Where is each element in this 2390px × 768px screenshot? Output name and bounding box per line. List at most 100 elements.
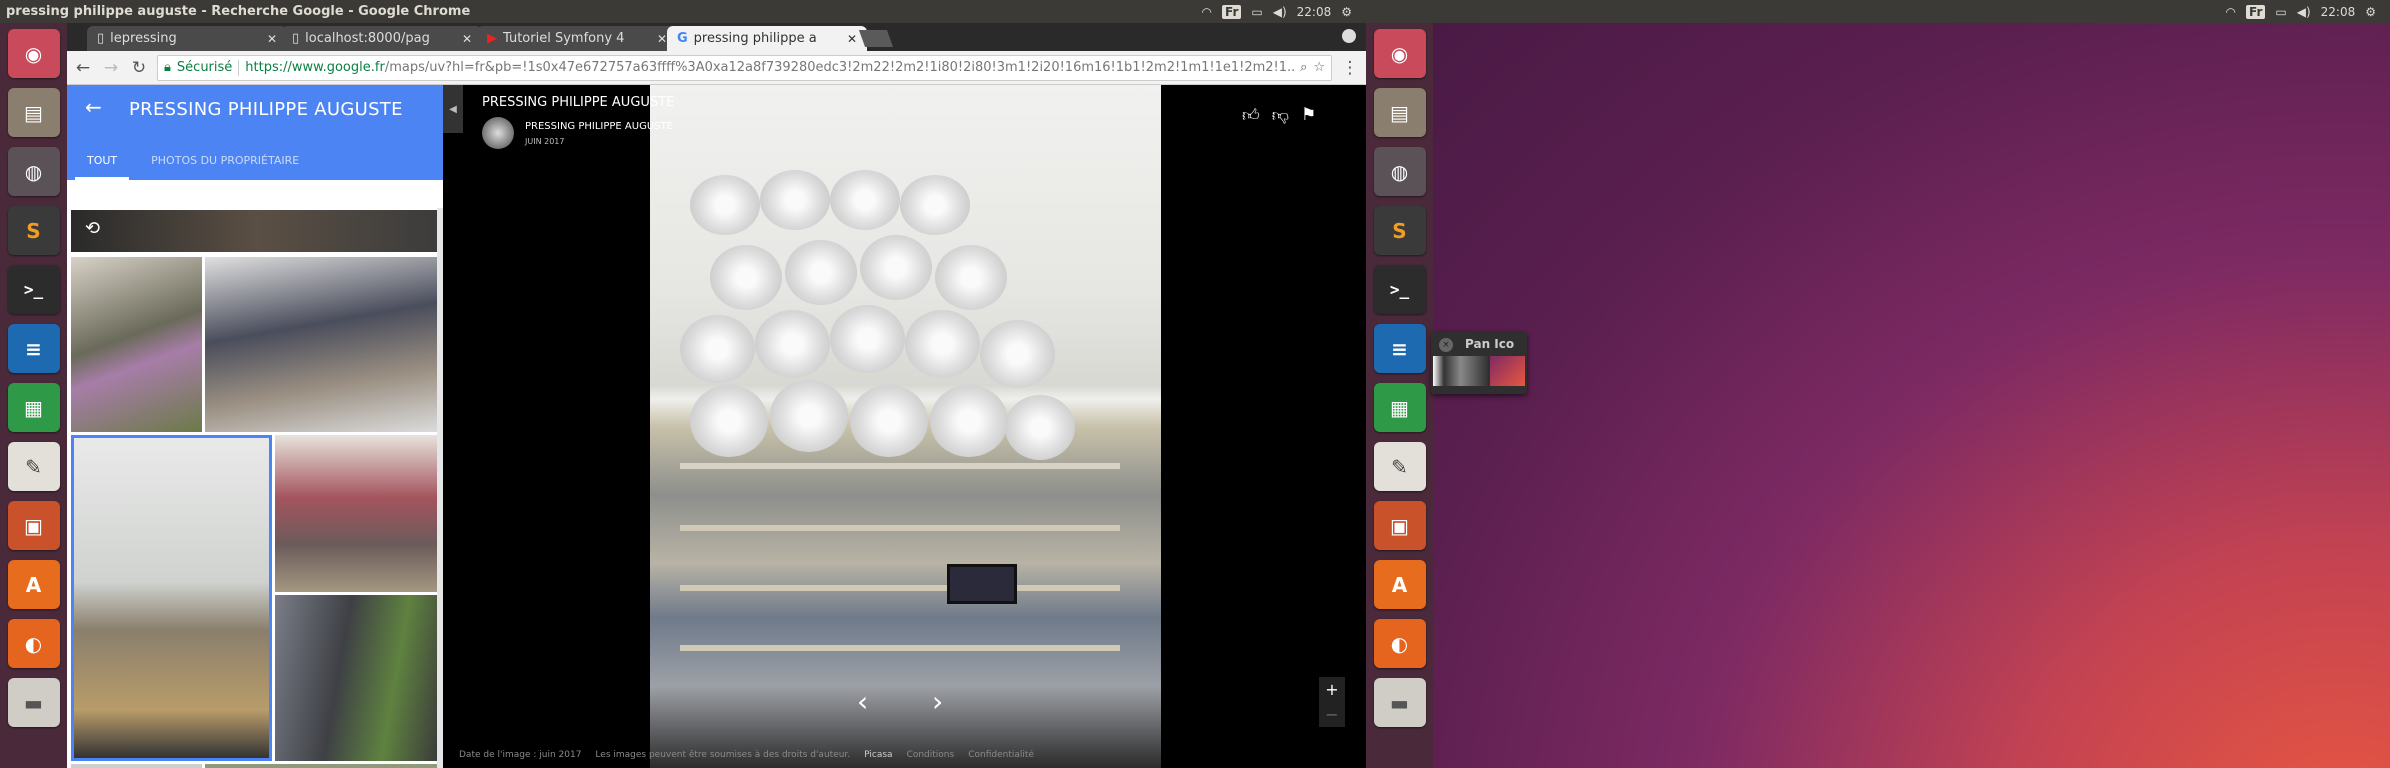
photo-thumbnail-selected[interactable] — [71, 435, 272, 761]
close-icon[interactable]: × — [1439, 338, 1453, 352]
files-icon[interactable]: ▤ — [7, 88, 60, 137]
impress-icon[interactable]: ▣ — [1373, 501, 1426, 550]
thumbs-up-icon[interactable]: 👍︎ — [1242, 105, 1260, 126]
photo-info: PRESSING PHILIPPE AUGUSTE PRESSING PHILI… — [482, 95, 674, 149]
photo-detail — [755, 310, 830, 378]
gear-icon[interactable]: ⚙ — [1341, 5, 1352, 19]
lock-icon[interactable]: 🔒︎ — [164, 60, 171, 75]
clock[interactable]: 22:08 — [1297, 5, 1332, 19]
volume-icon[interactable]: ◀) — [1273, 5, 1287, 19]
software-center-icon[interactable]: A — [7, 560, 60, 609]
window-preview-popup[interactable]: × Pan Ico — [1431, 332, 1527, 394]
clock[interactable]: 22:08 — [2321, 5, 2356, 19]
profile-icon[interactable] — [1342, 29, 1356, 43]
page-icon: ▯ — [292, 31, 300, 46]
keyboard-layout-indicator[interactable]: Fr — [1222, 4, 1242, 19]
panel-scrollbar[interactable] — [437, 208, 443, 768]
search-icon[interactable]: ⌕ — [1300, 60, 1307, 75]
sublime-icon[interactable]: S — [7, 206, 60, 255]
photo-detail — [947, 564, 1017, 604]
chrome-icon[interactable]: ◍ — [1373, 147, 1426, 196]
tab-tout[interactable]: TOUT — [75, 154, 130, 180]
zoom-in-button[interactable]: + — [1319, 677, 1345, 702]
forward-arrow-icon[interactable]: → — [101, 58, 121, 78]
firefox-icon[interactable]: ◐ — [1373, 619, 1426, 668]
tab-pressing-philippe[interactable]: G pressing philippe a ✕ — [667, 26, 867, 51]
photo-thumbnail[interactable] — [71, 764, 202, 768]
ubuntu-icon[interactable]: ◉ — [7, 29, 60, 78]
zoom-out-button[interactable]: − — [1319, 702, 1345, 727]
drive-icon[interactable]: ▬ — [7, 678, 60, 727]
flag-icon[interactable]: ⚑ — [1301, 105, 1316, 126]
battery-icon[interactable]: ▭ — [2275, 5, 2286, 19]
volume-icon[interactable]: ◀) — [2297, 5, 2311, 19]
desktop-wallpaper[interactable] — [1433, 23, 2390, 768]
photo-thumbnail[interactable] — [205, 764, 439, 768]
photo-detail — [710, 245, 782, 310]
top-panel: pressing philippe auguste - Recherche Go… — [0, 0, 1366, 23]
reload-icon[interactable]: ↻ — [129, 58, 149, 78]
close-icon[interactable]: ✕ — [657, 32, 667, 46]
tab-photos-proprietaire[interactable]: PHOTOS DU PROPRIÉTAIRE — [139, 154, 311, 180]
photo-detail — [905, 310, 980, 378]
photo-thumbnail[interactable] — [71, 257, 202, 432]
terminal-icon[interactable]: >_ — [1373, 265, 1426, 314]
wifi-icon[interactable]: ◠ — [2226, 5, 2236, 19]
photo-thumbnail[interactable] — [275, 595, 439, 761]
avatar[interactable] — [482, 117, 514, 149]
photo-detail — [830, 305, 905, 373]
text-editor-icon[interactable]: ✎ — [7, 442, 60, 491]
tab-title: pressing philippe a — [693, 31, 817, 46]
collapse-panel-button[interactable]: ◀ — [443, 85, 463, 133]
chrome-icon[interactable]: ◍ — [7, 147, 60, 196]
privacy-link[interactable]: Confidentialité — [968, 750, 1034, 760]
writer-icon[interactable]: ≡ — [1373, 324, 1426, 373]
url-path: /maps/uv?hl=fr&pb=!1s0x47e672757a63ffff%… — [384, 60, 1295, 75]
launcher: ◉ ▤ ◍ S >_ ≡ ▦ ✎ ▣ A ◐ ▬ — [0, 23, 67, 768]
secure-label: Sécurisé — [176, 60, 233, 75]
close-icon[interactable]: ✕ — [267, 32, 277, 46]
chevron-left-icon[interactable]: ‹ — [857, 685, 868, 718]
keyboard-layout-indicator[interactable]: Fr — [2246, 4, 2266, 19]
address-bar[interactable]: 🔒︎ Sécurisé https://www.google.fr/maps/u… — [157, 54, 1332, 81]
text-editor-icon[interactable]: ✎ — [1373, 442, 1426, 491]
writer-icon[interactable]: ≡ — [7, 324, 60, 373]
calc-icon[interactable]: ▦ — [1373, 383, 1426, 432]
photo-thumbnail[interactable] — [205, 257, 439, 432]
tab-strip: ▯ lepressing ✕ ▯ localhost:8000/pag ✕ ▶ … — [67, 23, 1366, 51]
url-text[interactable]: https://www.google.fr/maps/uv?hl=fr&pb=!… — [245, 60, 1294, 75]
system-tray-secondary: ◠ Fr ▭ ◀) 22:08 ⚙ — [2226, 4, 2390, 19]
thumbs-down-icon[interactable]: 👎︎ — [1272, 105, 1289, 126]
calc-icon[interactable]: ▦ — [7, 383, 60, 432]
new-tab-button[interactable] — [858, 30, 894, 47]
drive-icon[interactable]: ▬ — [1373, 678, 1426, 727]
chevron-right-icon[interactable]: › — [932, 685, 943, 718]
close-icon[interactable]: ✕ — [847, 32, 857, 46]
close-icon[interactable]: ✕ — [462, 32, 472, 46]
back-arrow-icon[interactable]: ← — [85, 95, 102, 119]
back-arrow-icon[interactable]: ← — [73, 58, 93, 78]
battery-icon[interactable]: ▭ — [1251, 5, 1262, 19]
files-icon[interactable]: ▤ — [1373, 88, 1426, 137]
gear-icon[interactable]: ⚙ — [2365, 5, 2376, 19]
main-photo[interactable] — [650, 85, 1161, 768]
menu-icon[interactable]: ⋮ — [1340, 58, 1360, 78]
firefox-icon[interactable]: ◐ — [7, 619, 60, 668]
photo-thumbnail[interactable] — [275, 435, 439, 592]
tab-lepressing[interactable]: ▯ lepressing ✕ — [87, 26, 287, 51]
photo-date: JUIN 2017 — [525, 137, 565, 146]
photo-owner[interactable]: PRESSING PHILIPPE AUGUSTE — [525, 121, 673, 132]
impress-icon[interactable]: ▣ — [7, 501, 60, 550]
sublime-icon[interactable]: S — [1373, 206, 1426, 255]
tab-tutoriel-symfony[interactable]: ▶ Tutoriel Symfony 4 ✕ — [477, 26, 677, 51]
star-icon[interactable]: ☆ — [1313, 60, 1325, 75]
tab-localhost[interactable]: ▯ localhost:8000/pag ✕ — [282, 26, 482, 51]
terminal-icon[interactable]: >_ — [7, 265, 60, 314]
terms-link[interactable]: Conditions — [907, 750, 955, 760]
wifi-icon[interactable]: ◠ — [1202, 5, 1212, 19]
software-center-icon[interactable]: A — [1373, 560, 1426, 609]
window-thumbnail[interactable] — [1433, 356, 1488, 386]
ubuntu-icon[interactable]: ◉ — [1373, 29, 1426, 78]
photo-thumbnail-360[interactable]: ⟲ — [71, 210, 443, 252]
window-thumbnail[interactable] — [1490, 356, 1525, 386]
